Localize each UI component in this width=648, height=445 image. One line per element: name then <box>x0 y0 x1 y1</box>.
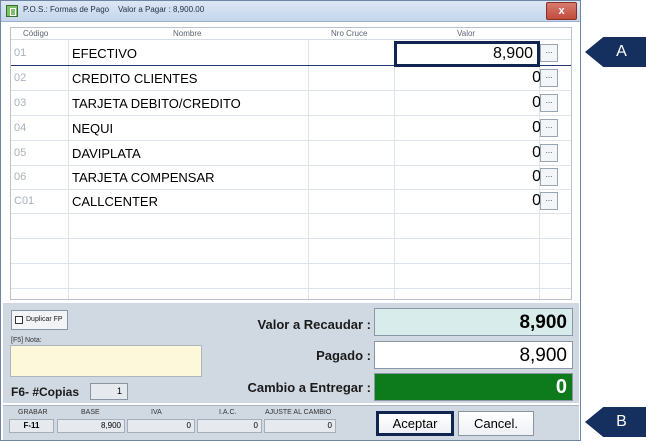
collect-label: Valor a Recaudar : <box>257 317 371 332</box>
row-code: 05 <box>14 147 27 159</box>
payment-window: P.O.S.: Formas de Pago Valor a Pagar : 8… <box>0 0 581 441</box>
callout-a: A <box>585 37 646 67</box>
adjust-value: 0 <box>264 419 336 433</box>
row-name: EFECTIVO <box>72 46 138 61</box>
header-name[interactable]: Nombre <box>173 29 201 38</box>
paid-label: Pagado : <box>316 348 371 363</box>
payment-methods-grid: Código Nombre Nro Cruce Valor 01 EFECTIV… <box>10 27 572 300</box>
save-key-box[interactable]: F-11 <box>9 419 54 433</box>
table-row[interactable]: 01 EFECTIVO 8,900 ... <box>11 41 571 67</box>
row-name: CREDITO CLIENTES <box>72 71 198 86</box>
header-code[interactable]: Código <box>23 29 48 38</box>
iva-label: IVA <box>151 409 162 416</box>
window-title: P.O.S.: Formas de Pago Valor a Pagar : 8… <box>23 5 204 14</box>
table-row[interactable]: C01 CALLCENTER 0 ... <box>11 189 571 214</box>
paid-value: 8,900 <box>374 341 573 369</box>
table-row[interactable] <box>11 264 571 289</box>
row-options-button[interactable]: ... <box>540 144 558 162</box>
close-button[interactable]: x <box>546 2 577 20</box>
row-options-button[interactable]: ... <box>540 168 558 186</box>
row-code: C01 <box>14 195 35 207</box>
note-input[interactable] <box>10 345 202 377</box>
value-input[interactable]: 8,900 <box>394 41 540 67</box>
iva-value: 0 <box>127 419 195 433</box>
row-name: DAVIPLATA <box>72 146 141 161</box>
table-row[interactable]: 04 NEQUI 0 ... <box>11 116 571 141</box>
row-name: CALLCENTER <box>72 194 158 209</box>
duplicate-icon <box>15 316 23 324</box>
table-row[interactable]: 03 TARJETA DEBITO/CREDITO 0 ... <box>11 91 571 116</box>
row-value: 8,900 <box>492 45 533 62</box>
save-key-label: GRABAR <box>18 409 48 416</box>
row-name: NEQUI <box>72 121 114 136</box>
copies-label: F6- #Copias <box>11 385 80 399</box>
row-code: 01 <box>14 47 27 59</box>
amount-to-pay: Valor a Pagar : 8,900.00 <box>118 5 205 14</box>
accept-button[interactable]: Aceptar <box>376 411 454 436</box>
row-name: TARJETA COMPENSAR <box>72 170 215 185</box>
row-code: 04 <box>14 122 27 134</box>
change-label: Cambio a Entregar : <box>247 380 371 395</box>
iac-label: I.A.C. <box>219 409 237 416</box>
row-options-button[interactable]: ... <box>540 69 558 87</box>
table-row[interactable]: 06 TARJETA COMPENSAR 0 ... <box>11 165 571 190</box>
row-code: 06 <box>14 171 27 183</box>
window-title-text: P.O.S.: Formas de Pago <box>23 5 110 14</box>
app-icon <box>6 5 18 17</box>
table-row[interactable]: 02 CREDITO CLIENTES 0 ... <box>11 66 571 91</box>
adjust-label: AJUSTE AL CAMBIO <box>265 409 332 416</box>
duplicate-button[interactable]: Duplicar FP <box>11 310 68 330</box>
table-row[interactable] <box>11 239 571 264</box>
row-options-button[interactable]: ... <box>540 119 558 137</box>
duplicate-label: Duplicar FP <box>26 316 63 323</box>
cancel-button[interactable]: Cancel. <box>458 411 534 436</box>
copies-input[interactable]: 1 <box>90 383 128 400</box>
base-label: BASE <box>81 409 100 416</box>
table-row[interactable] <box>11 214 571 239</box>
iac-value: 0 <box>197 419 262 433</box>
callout-b: B <box>585 407 646 437</box>
row-options-button[interactable]: ... <box>540 192 558 210</box>
table-row[interactable]: 05 DAVIPLATA 0 ... <box>11 141 571 166</box>
collect-value: 8,900 <box>374 308 573 336</box>
row-code: 03 <box>14 97 27 109</box>
grid-header: Código Nombre Nro Cruce Valor <box>11 28 571 40</box>
row-name: TARJETA DEBITO/CREDITO <box>72 96 241 111</box>
change-value: 0 <box>374 373 573 401</box>
row-options-button[interactable]: ... <box>540 94 558 112</box>
header-cross[interactable]: Nro Cruce <box>331 29 367 38</box>
title-bar: P.O.S.: Formas de Pago Valor a Pagar : 8… <box>1 1 580 22</box>
note-label: [F5] Nota: <box>11 337 42 344</box>
header-value[interactable]: Valor <box>457 29 475 38</box>
base-value: 8,900 <box>57 419 125 433</box>
row-options-button[interactable]: ... <box>540 44 558 62</box>
row-code: 02 <box>14 72 27 84</box>
